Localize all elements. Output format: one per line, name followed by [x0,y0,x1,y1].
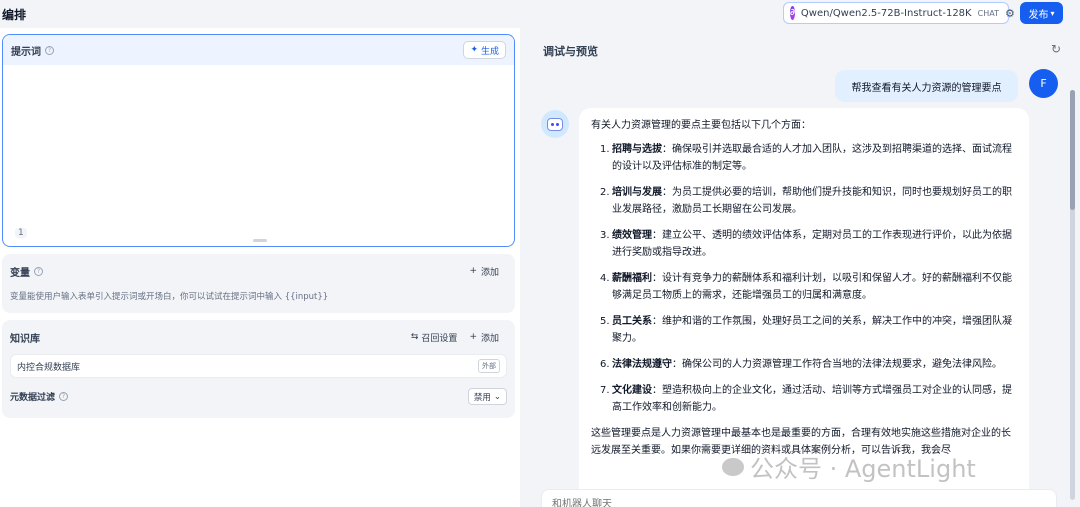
knowledge-item-name: 内控合规数据库 [17,362,81,373]
list-item: 1. 招聘与选拔：确保吸引并选取最合适的人才加入团队，这涉及到招聘渠道的选择、面… [600,144,1012,172]
recall-settings-button[interactable]: ⇆ 召回设置 [411,331,458,344]
model-name: Qwen/Qwen2.5-72B-Instruct-128K [800,7,972,19]
chat-input[interactable] [541,489,1057,507]
sparkle-icon: ✦ [470,45,478,55]
debug-title: 调试与预览 [543,45,598,58]
list-item: 2. 培训与发展：为员工提供必要的培训，帮助他们提升技能和知识，同时也要规划好员… [600,187,1012,215]
prompt-label: 提示词 [11,46,41,58]
prompt-header: 提示词 ? ✦ 生成 [3,35,514,65]
add-knowledge-button[interactable]: + 添加 [469,331,499,344]
list-item: 6. 法律法规遵守：确保公司的人力资源管理工作符合当地的法律法规要求，避免法律风… [600,359,1002,370]
list-item: 7. 文化建设：塑造积极向上的企业文化，通过活动、培训等方式增强员工对企业的认同… [600,385,1012,413]
variables-hint: 变量能使用户输入表单引入提示词或开场白，你可以试试在提示词中输入 {{input… [10,292,329,302]
line-count: 1 [15,228,27,238]
add-label: 添加 [480,267,499,278]
variables-section: 变量 ? + 添加 变量能使用户输入表单引入提示词或开场白，你可以试试在提示词中… [2,254,515,313]
watermark-text: 公众号 · AgentLight [750,455,976,483]
publish-label: 发布 [1028,9,1049,21]
watermark: 公众号 · AgentLight [722,449,976,484]
variables-label: 变量 [10,267,30,279]
avatar: F [1029,69,1058,98]
bot-message: 有关人力资源管理的要点主要包括以下几个方面： 1. 招聘与选拔：确保吸引并选取最… [579,108,1029,507]
help-icon[interactable]: ? [45,45,54,55]
knowledge-item[interactable]: 内控合规数据库 外部 [10,354,507,378]
model-settings-icon[interactable]: ⚙ [1005,7,1015,20]
debug-preview-panel: 调试与预览 ↻ 帮我查看有关人力资源的管理要点 F 有关人力资源管理的要点主要包… [533,28,1080,507]
plus-icon: + [469,332,477,342]
prompt-editor: 提示词 ? ✦ 生成 1 [2,34,515,247]
bot-intro: 有关人力资源管理的要点主要包括以下几个方面： [591,120,811,131]
add-label: 添加 [480,333,499,344]
plus-icon: + [469,266,477,276]
user-message: 帮我查看有关人力资源的管理要点 [835,70,1018,102]
top-bar: 编排 ∂ Qwen/Qwen2.5-72B-Instruct-128K CHAT… [0,0,1080,28]
chevron-down-icon: ⌄ [493,391,501,402]
add-variable-button[interactable]: + 添加 [469,265,499,278]
bot-points-list: 1. 招聘与选拔：确保吸引并选取最合适的人才加入团队，这涉及到招聘渠道的选择、面… [591,141,1017,416]
chat-scrollbar[interactable] [1070,90,1075,500]
scrollbar-thumb[interactable] [1070,90,1075,210]
model-selector[interactable]: ∂ Qwen/Qwen2.5-72B-Instruct-128K CHAT ⚙ [783,2,1015,24]
knowledge-item-badge: 外部 [478,359,500,373]
publish-button[interactable]: 发布 ▾ [1020,2,1063,24]
list-item: 5. 员工关系：维护和谐的工作氛围，处理好员工之间的关系，解决工作中的冲突，增强… [600,316,1012,344]
metadata-filter-value: 禁用 [473,392,491,403]
page-title: 编排 [2,8,27,22]
prompt-textarea[interactable]: 1 [3,65,514,246]
generate-button[interactable]: ✦ 生成 [463,41,506,59]
model-logo-icon: ∂ [790,6,795,20]
wechat-icon [722,457,744,476]
metadata-filter-select[interactable]: 禁用 ⌄ [467,388,507,405]
generate-label: 生成 [480,46,499,57]
bot-avatar-icon [541,110,569,138]
model-mode-tag: CHAT [977,8,999,18]
orchestration-panel: 提示词 ? ✦ 生成 1 变量 ? + 添加 变量能使用户输入表单引入提示词或开… [0,28,520,507]
resize-handle[interactable] [253,239,267,242]
metadata-filter-label: 元数据过滤 [10,393,56,403]
chevron-down-icon: ▾ [1050,8,1055,18]
help-icon[interactable]: ? [34,266,43,276]
help-icon[interactable]: ? [59,392,69,401]
knowledge-section: 知识库 ⇆ 召回设置 + 添加 内控合规数据库 外部 元数据过滤 ? 禁用 ⌄ [2,320,515,418]
recall-label: 召回设置 [421,333,458,344]
list-item: 4. 薪酬福利：设计有竞争力的薪酬体系和福利计划，以吸引和保留人才。好的薪酬福利… [600,273,1012,301]
list-item: 3. 绩效管理：建立公平、透明的绩效评估体系，定期对员工的工作表现进行评价，以此… [600,230,1012,258]
refresh-icon[interactable]: ↻ [1051,42,1061,56]
settings-sliders-icon: ⇆ [410,332,419,342]
knowledge-label: 知识库 [10,333,40,345]
